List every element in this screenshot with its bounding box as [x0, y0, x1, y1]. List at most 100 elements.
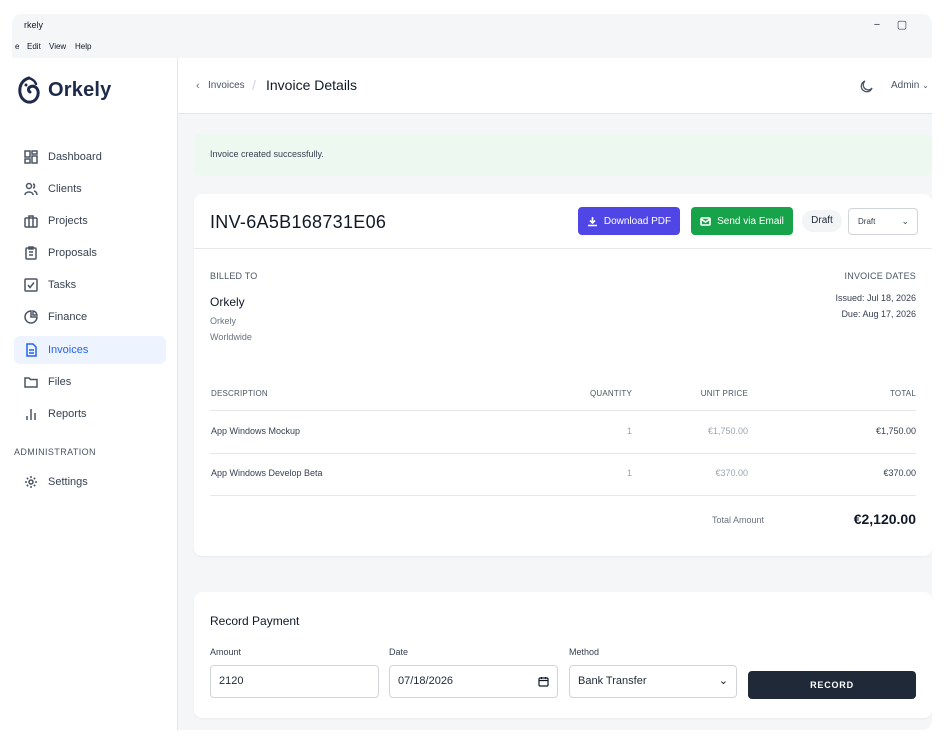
success-alert: Invoice created successfully. [194, 134, 932, 176]
sidebar: Orkely Dashboard Clients Projects Propos… [12, 58, 178, 730]
user-menu[interactable]: Admin ⌄ [891, 80, 929, 91]
item-total: €1,750.00 [875, 426, 916, 436]
chevron-down-icon: ⌄ [922, 81, 929, 90]
user-name: Admin [891, 80, 920, 91]
amount-label: Amount [210, 647, 242, 657]
table-divider [210, 410, 916, 411]
record-button[interactable]: RECORD [748, 671, 916, 699]
alert-message: Invoice created successfully. [210, 149, 324, 159]
brand-name: Orkely [48, 78, 112, 101]
invoice-number: INV-6A5B168731E06 [210, 212, 387, 232]
status-badge: Draft [802, 210, 842, 232]
status-select-value: Draft [858, 217, 876, 226]
invoice-dates-label: INVOICE DATES [844, 271, 916, 281]
record-payment-card: Record Payment Amount 2120 Date 07/18/20… [194, 592, 932, 718]
column-header-unit-price: UNIT PRICE [700, 389, 748, 398]
client-company: Orkely [210, 316, 237, 326]
sidebar-item-label: Invoices [48, 344, 89, 356]
calendar-icon[interactable] [538, 676, 549, 687]
sidebar-item-reports[interactable]: Reports [14, 400, 166, 428]
item-description: App Windows Develop Beta [211, 468, 323, 478]
method-value: Bank Transfer [578, 675, 647, 687]
date-label: Date [389, 647, 409, 657]
moon-icon[interactable] [860, 79, 874, 93]
page-header: ‹ Invoices / Invoice Details Admin ⌄ [178, 58, 932, 114]
download-icon [587, 216, 597, 226]
maximize-button[interactable]: ▢ [895, 18, 909, 32]
app-window: rkely − ▢ e Edit View Help Orkely Dashbo… [12, 14, 932, 730]
sidebar-item-label: Proposals [48, 247, 97, 259]
item-unit-price: €1,750.00 [707, 426, 748, 436]
sidebar-item-clients[interactable]: Clients [14, 175, 166, 203]
total-amount-label: Total Amount [711, 515, 764, 525]
date-value: 07/18/2026 [398, 675, 454, 687]
breadcrumb-invoices-link[interactable]: Invoices [208, 80, 245, 91]
mail-icon [700, 216, 711, 226]
sidebar-item-label: Clients [48, 183, 82, 195]
sidebar-item-projects[interactable]: Projects [14, 207, 166, 235]
table-divider [210, 495, 916, 496]
sidebar-item-label: Tasks [48, 279, 77, 291]
menu-view[interactable]: View [49, 42, 66, 51]
amount-input[interactable]: 2120 [210, 665, 379, 698]
sidebar-item-label: Finance [48, 311, 88, 323]
column-header-total: TOTAL [889, 389, 916, 398]
window-title: rkely [24, 20, 44, 30]
users-icon [24, 182, 38, 196]
billed-to-label: BILLED TO [210, 271, 258, 281]
clipboard-icon [25, 246, 37, 260]
pie-chart-icon [24, 310, 38, 324]
client-name: Orkely [210, 295, 245, 309]
menu-file[interactable]: e [15, 42, 19, 51]
total-amount-value: €2,120.00 [853, 511, 916, 527]
chevron-down-icon: ⌄ [718, 675, 728, 687]
sidebar-item-proposals[interactable]: Proposals [14, 239, 166, 267]
record-payment-title: Record Payment [210, 614, 300, 628]
menu-help[interactable]: Help [75, 42, 91, 51]
nav-section-administration: ADMINISTRATION [14, 447, 96, 457]
chevron-down-icon: ⌄ [901, 216, 909, 226]
orkely-logo-icon [18, 76, 40, 104]
sidebar-item-invoices[interactable]: Invoices [14, 336, 166, 364]
sidebar-item-finance[interactable]: Finance [14, 303, 166, 331]
sidebar-item-settings[interactable]: Settings [14, 468, 166, 496]
download-pdf-label: Download PDF [603, 215, 672, 227]
sidebar-item-files[interactable]: Files [14, 368, 166, 396]
sidebar-item-label: Dashboard [48, 151, 102, 163]
table-divider [210, 453, 916, 454]
menu-edit[interactable]: Edit [27, 42, 41, 51]
column-header-quantity: QUANTITY [589, 389, 632, 398]
invoice-card: INV-6A5B168731E06 Download PDF Send via … [194, 194, 932, 556]
issued-date: Issued: Jul 18, 2026 [835, 293, 916, 303]
item-unit-price: €370.00 [715, 468, 748, 478]
sidebar-item-label: Settings [48, 476, 88, 488]
brand-logo[interactable]: Orkely [18, 74, 111, 106]
amount-value: 2120 [219, 675, 244, 687]
briefcase-icon [24, 215, 38, 228]
sidebar-item-tasks[interactable]: Tasks [14, 271, 166, 299]
status-select[interactable]: Draft ⌄ [848, 208, 918, 235]
folder-icon [24, 377, 38, 388]
column-header-description: DESCRIPTION [211, 389, 268, 398]
method-select[interactable]: Bank Transfer ⌄ [569, 665, 737, 698]
sidebar-item-label: Files [48, 376, 72, 388]
gear-icon [25, 476, 37, 488]
checkbox-icon [24, 278, 38, 292]
due-date: Due: Aug 17, 2026 [841, 309, 916, 319]
item-total: €370.00 [883, 468, 916, 478]
dashboard-icon [24, 150, 38, 164]
sidebar-item-label: Reports [48, 408, 87, 420]
download-pdf-button[interactable]: Download PDF [578, 207, 680, 235]
date-input[interactable]: 07/18/2026 [389, 665, 558, 698]
sidebar-item-label: Projects [48, 215, 88, 227]
minimize-button[interactable]: − [870, 18, 884, 32]
card-divider [194, 248, 932, 249]
send-email-button[interactable]: Send via Email [691, 207, 793, 235]
sidebar-item-dashboard[interactable]: Dashboard [14, 143, 166, 171]
bar-chart-icon [26, 409, 36, 420]
page-title: Invoice Details [266, 77, 358, 93]
file-text-icon [26, 343, 37, 357]
chevron-left-icon[interactable]: ‹ [196, 80, 200, 92]
item-quantity: 1 [626, 468, 632, 478]
main-content: ‹ Invoices / Invoice Details Admin ⌄ Inv… [178, 58, 932, 730]
